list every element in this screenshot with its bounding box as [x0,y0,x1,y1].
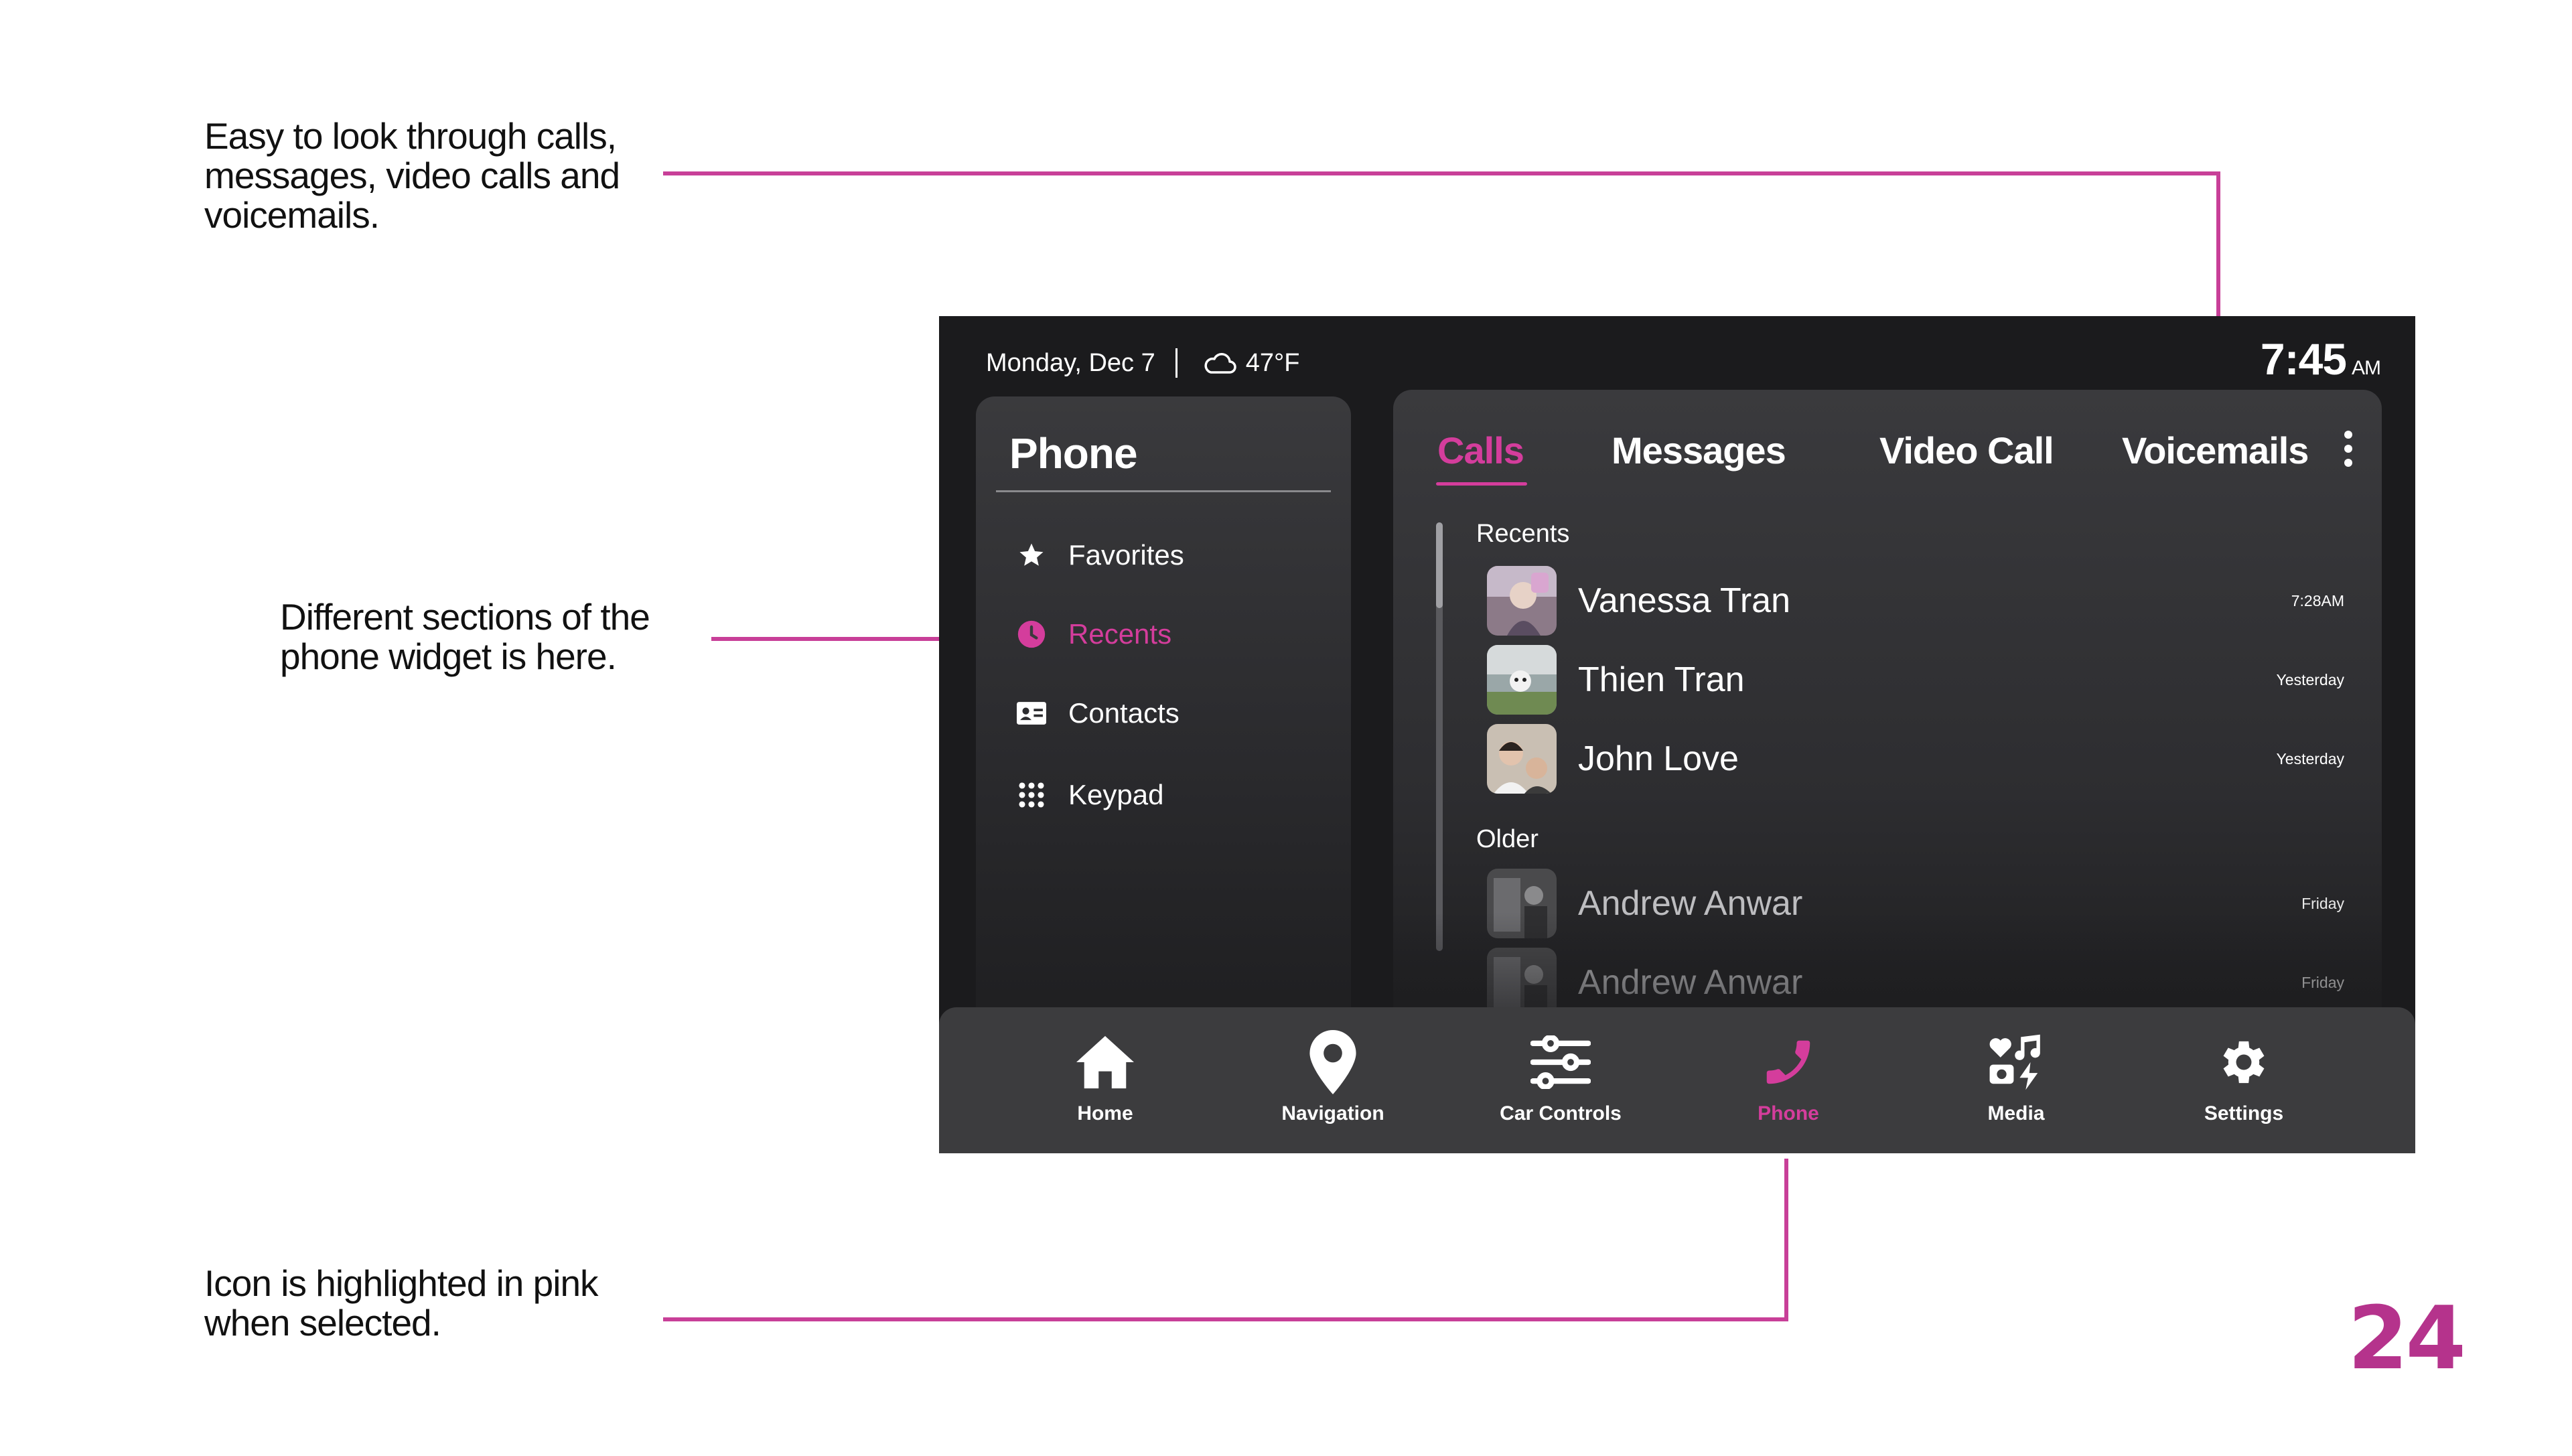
sidebar-item-label: Keypad [1068,779,1164,810]
nav-label: Car Controls [1500,1102,1622,1124]
scrollbar-thumb[interactable] [1436,522,1443,608]
annotation-top: Easy to look through calls, messages, vi… [204,115,620,236]
annotation-line-bottom-h [663,1317,1788,1321]
nav-settings[interactable]: Settings [2157,1027,2331,1125]
tab-active-indicator [1436,482,1527,486]
home-icon [1073,1027,1137,1097]
status-divider [1175,348,1177,378]
annotation-bottom: Icon is highlighted in pink when selecte… [204,1262,599,1343]
phone-icon [1760,1027,1817,1097]
nav-phone[interactable]: Phone [1701,1027,1875,1125]
avatar [1487,869,1557,938]
clock: 7:45 AM [2260,334,2381,384]
avatar [1487,645,1557,715]
call-row[interactable]: Thien Tran Yesterday [1487,643,2351,717]
status-date: Monday, Dec 7 [986,348,1155,377]
call-time: Friday [2301,894,2344,912]
nav-label: Phone [1758,1102,1819,1124]
nav-label: Home [1077,1102,1133,1124]
annotation-line-top-h [663,171,2220,175]
nav-home[interactable]: Home [1018,1027,1192,1125]
nav-media[interactable]: Media [1929,1027,2103,1125]
annotation-middle: Different sections of the phone widget i… [280,596,650,677]
clock-ampm: AM [2352,357,2381,379]
sidebar-item-keypad[interactable]: Keypad [1015,778,1163,812]
contact-card-icon [1015,697,1048,730]
more-options-icon[interactable] [2342,430,2355,471]
contact-name: Andrew Anwar [1578,884,1803,923]
sidebar-title: Phone [1009,429,1138,478]
contact-name: Thien Tran [1578,660,1745,699]
nav-navigation[interactable]: Navigation [1246,1027,1420,1125]
sidebar-item-label: Favorites [1068,539,1184,571]
phone-sidebar: Phone Favorites Recents Contacts Keypad [976,396,1351,1066]
nav-label: Navigation [1281,1102,1384,1124]
sliders-icon [1530,1027,1591,1097]
section-label-recents: Recents [1476,520,1570,548]
sidebar-divider [996,490,1331,492]
keypad-icon [1015,778,1048,812]
bottom-nav-bar: Home Navigation Car Controls Phone Media… [939,1007,2415,1153]
tab-voicemails[interactable]: Voicemails [2122,429,2309,472]
contact-name: Andrew Anwar [1578,963,1803,1002]
avatar [1487,724,1557,794]
tab-messages[interactable]: Messages [1612,429,1786,472]
location-pin-icon [1309,1027,1356,1097]
tab-calls[interactable]: Calls [1437,429,1524,472]
gear-icon [2215,1027,2273,1097]
sidebar-item-label: Recents [1068,618,1172,650]
calls-panel: Calls Messages Video Call Voicemails Rec… [1393,390,2382,1066]
avatar [1487,566,1557,636]
call-time: 7:28AM [2291,591,2344,609]
annotation-line-bottom-v [1784,1159,1788,1321]
call-row[interactable]: Vanessa Tran 7:28AM [1487,564,2351,638]
call-time: Yesterday [2276,749,2344,768]
section-label-older: Older [1476,825,1539,853]
call-row[interactable]: John Love Yesterday [1487,722,2351,796]
call-time: Yesterday [2276,670,2344,688]
page-number: 24 [2348,1287,2466,1389]
media-icon [1987,1027,2045,1097]
car-screen: Monday, Dec 7 47°F 7:45 AM Phone Favorite… [939,316,2415,1153]
nav-car-controls[interactable]: Car Controls [1474,1027,1648,1125]
tab-video-call[interactable]: Video Call [1879,429,2054,472]
cloud-icon [1204,353,1236,374]
contact-name: John Love [1578,739,1739,778]
sidebar-item-contacts[interactable]: Contacts [1015,697,1180,730]
contact-name: Vanessa Tran [1578,581,1791,620]
sidebar-item-favorites[interactable]: Favorites [1015,538,1184,572]
nav-label: Settings [2204,1102,2284,1124]
status-bar: Monday, Dec 7 47°F [986,348,1299,378]
clock-icon [1015,617,1048,651]
call-row[interactable]: Andrew Anwar Friday [1487,867,2351,940]
sidebar-item-recents[interactable]: Recents [1015,617,1171,651]
sidebar-item-label: Contacts [1068,697,1180,729]
annotation-line-middle [711,637,964,641]
status-temperature: 47°F [1245,348,1300,377]
call-time: Friday [2301,973,2344,991]
star-icon [1015,538,1048,572]
clock-time: 7:45 [2260,334,2347,384]
nav-label: Media [1987,1102,2045,1124]
